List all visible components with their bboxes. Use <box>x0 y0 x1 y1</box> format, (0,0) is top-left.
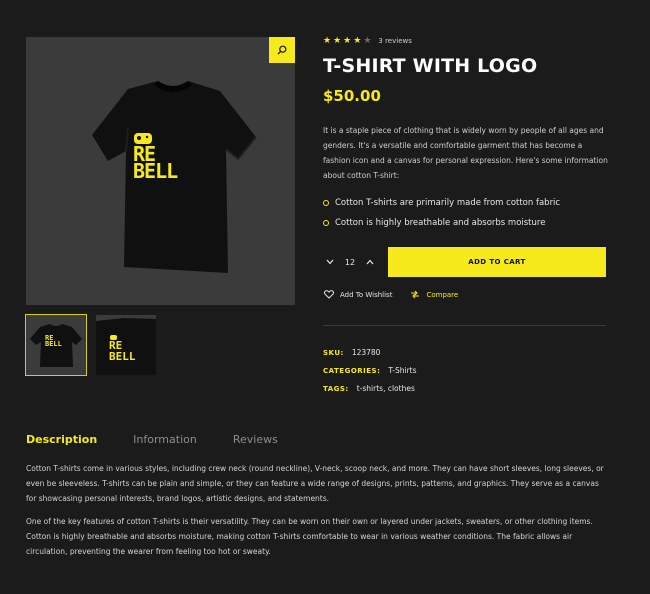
star-icon: ★ <box>363 36 372 46</box>
product-rating: ★ ★ ★ ★ ★ 3 reviews <box>323 36 412 46</box>
bullet-icon <box>323 220 329 226</box>
description-paragraph: Cotton T-shirts come in various styles, … <box>26 464 604 503</box>
sku-value: 123780 <box>351 348 381 357</box>
tab-reviews[interactable]: Reviews <box>233 433 278 446</box>
divider <box>323 325 606 326</box>
tag-links[interactable]: t-shirts, clothes <box>357 384 415 393</box>
category-link[interactable]: T-Shirts <box>388 366 416 375</box>
thumbnail-front-image: RE BELL <box>30 324 82 367</box>
tags-row: TAGS: t-shirts, clothes <box>323 384 415 393</box>
star-icon: ★ <box>333 36 342 46</box>
thumbnail-back-image: RE BELL <box>96 318 156 375</box>
feature-item: Cotton is highly breathable and absorbs … <box>323 213 560 233</box>
bullet-icon <box>323 200 329 206</box>
feature-item: Cotton T-shirts are primarily made from … <box>323 193 560 213</box>
product-main-image[interactable]: RE BELL <box>26 37 295 305</box>
description-paragraph: One of the key features of cotton T-shir… <box>26 517 593 556</box>
star-icon: ★ <box>323 36 332 46</box>
tags-label: TAGS: <box>323 384 349 393</box>
quantity-value[interactable]: 12 <box>337 258 363 267</box>
zoom-button[interactable] <box>269 37 295 63</box>
svg-text:BELL: BELL <box>109 350 136 363</box>
tab-description[interactable]: Description <box>26 433 97 446</box>
product-intro: It is a staple piece of clothing that is… <box>323 126 608 180</box>
heart-icon <box>324 290 334 299</box>
chevron-down-icon <box>326 259 334 265</box>
increase-quantity-button[interactable] <box>363 255 377 269</box>
sku-row: SKU: 123780 <box>323 348 380 357</box>
thumbnail-back[interactable]: RE BELL <box>96 315 156 375</box>
search-icon <box>277 45 287 55</box>
tshirt-image: RE BELL <box>92 81 257 273</box>
product-tabs: Description Information Reviews <box>26 433 314 446</box>
product-features: Cotton T-shirts are primarily made from … <box>323 193 560 233</box>
tshirt-logo-text-bottom: BELL <box>133 159 178 183</box>
tab-information[interactable]: Information <box>133 433 197 446</box>
svg-text:BELL: BELL <box>45 340 62 348</box>
compare-label: Compare <box>426 290 459 299</box>
wishlist-label: Add To Wishlist <box>340 290 393 299</box>
feature-text: Cotton is highly breathable and absorbs … <box>335 218 546 228</box>
star-icon: ★ <box>343 36 352 46</box>
chevron-up-icon <box>366 259 374 265</box>
wishlist-button[interactable]: Add To Wishlist <box>324 290 392 299</box>
add-to-cart-button[interactable]: ADD TO CART <box>388 247 606 277</box>
feature-text: Cotton T-shirts are primarily made from … <box>335 198 561 208</box>
compare-button[interactable]: Compare <box>410 290 458 299</box>
product-actions: Add To Wishlist Compare <box>324 290 476 299</box>
star-icon: ★ <box>353 36 362 46</box>
categories-label: CATEGORIES: <box>323 366 381 375</box>
thumbnail-front[interactable]: RE BELL <box>25 314 87 376</box>
quantity-stepper: 12 <box>323 247 383 277</box>
categories-row: CATEGORIES: T-Shirts <box>323 366 417 375</box>
product-title: T-SHIRT WITH LOGO <box>323 55 538 77</box>
product-price: $50.00 <box>323 87 381 105</box>
decrease-quantity-button[interactable] <box>323 255 337 269</box>
reviews-link[interactable]: 3 reviews <box>378 37 411 45</box>
sku-label: SKU: <box>323 348 344 357</box>
compare-icon <box>411 290 420 299</box>
